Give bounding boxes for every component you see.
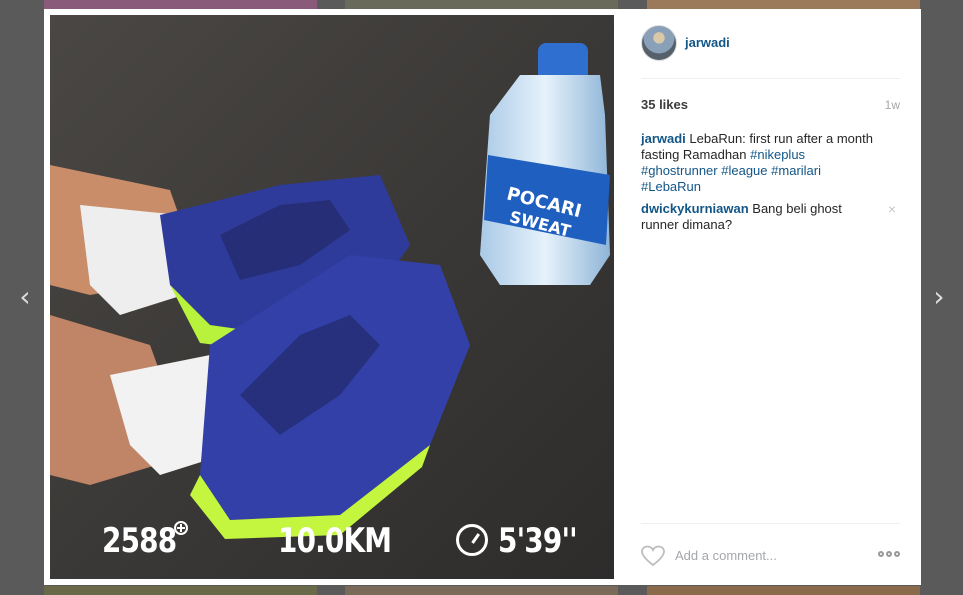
background-thumbnail[interactable] [44,0,317,9]
background-thumbnail[interactable] [345,0,618,9]
delete-comment-icon[interactable]: × [888,202,896,216]
hashtag-link[interactable]: #marilari [771,163,821,178]
post-header: jarwadi [641,25,900,63]
distance-value: 10.0KM [278,521,392,561]
background-thumbnail[interactable] [647,0,920,9]
next-post-arrow-icon[interactable]: › [930,283,948,311]
hashtag-link[interactable]: #LebaRun [641,179,701,194]
comment-item: jarwadi LebaRun: first run after a month… [641,131,900,195]
post-time[interactable]: 1w [885,98,900,112]
divider [641,78,900,79]
comments-list: jarwadi LebaRun: first run after a month… [641,131,900,239]
post-modal: POCARI SWEAT 2588 10.0KM 5'39'' jarwadi … [44,9,921,585]
hashtag-link[interactable]: #ghostrunner [641,163,718,178]
post-photo[interactable]: POCARI SWEAT 2588 10.0KM 5'39'' [50,15,614,579]
likes-count[interactable]: 35 likes [641,97,688,112]
post-sidebar: jarwadi 35 likes 1w jarwadi LebaRun: fir… [641,9,900,585]
background-thumbnail[interactable] [345,586,618,595]
background-thumbnail[interactable] [44,586,317,595]
hashtag-link[interactable]: #league [721,163,767,178]
run-stats-overlay: 2588 10.0KM 5'39'' [50,521,614,561]
comment-item: dwickykurniawan Bang beli ghost runner d… [641,201,900,233]
pace-value: 5'39'' [498,521,578,561]
add-comment-input[interactable] [675,545,865,565]
add-comment-bar [641,539,900,571]
plus-icon [174,521,188,535]
divider [641,523,900,524]
photo-image: POCARI SWEAT [50,15,614,579]
comment-author[interactable]: jarwadi [641,131,686,146]
previous-post-arrow-icon[interactable]: ‹ [16,283,34,311]
steps-value: 2588 [102,521,177,561]
username-link[interactable]: jarwadi [685,35,730,50]
hashtag-link[interactable]: #nikeplus [750,147,805,162]
more-options-icon[interactable] [878,551,900,559]
avatar[interactable] [641,25,677,61]
background-thumbnail[interactable] [647,586,920,595]
timer-icon [456,524,488,556]
heart-icon[interactable] [641,545,665,567]
comment-author[interactable]: dwickykurniawan [641,201,749,216]
